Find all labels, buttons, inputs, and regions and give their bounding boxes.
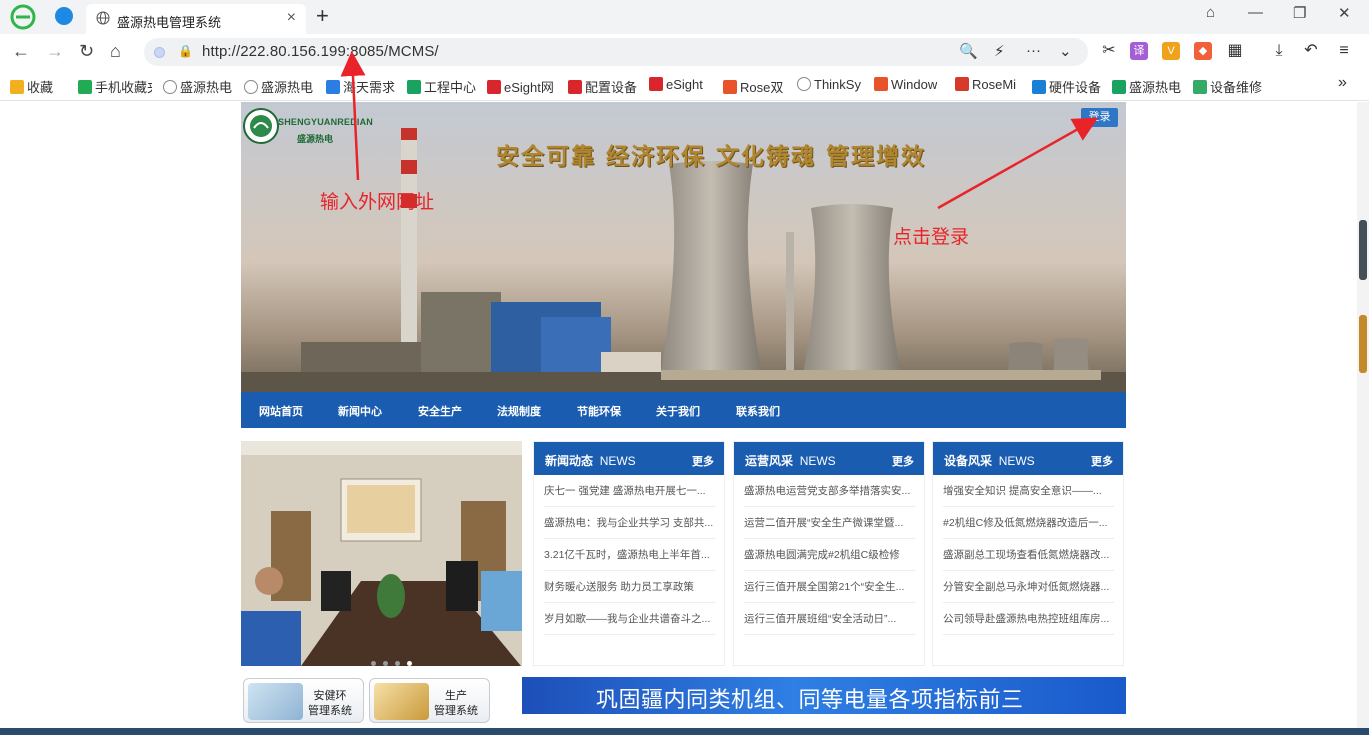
login-hint: 点击登录 (893, 227, 970, 248)
annotation-arrows (340, 51, 1099, 210)
address-hint: 输入外网网址 (320, 192, 435, 213)
address-arrow (340, 51, 366, 181)
os-taskbar (0, 728, 1369, 735)
login-arrow (937, 117, 1099, 210)
